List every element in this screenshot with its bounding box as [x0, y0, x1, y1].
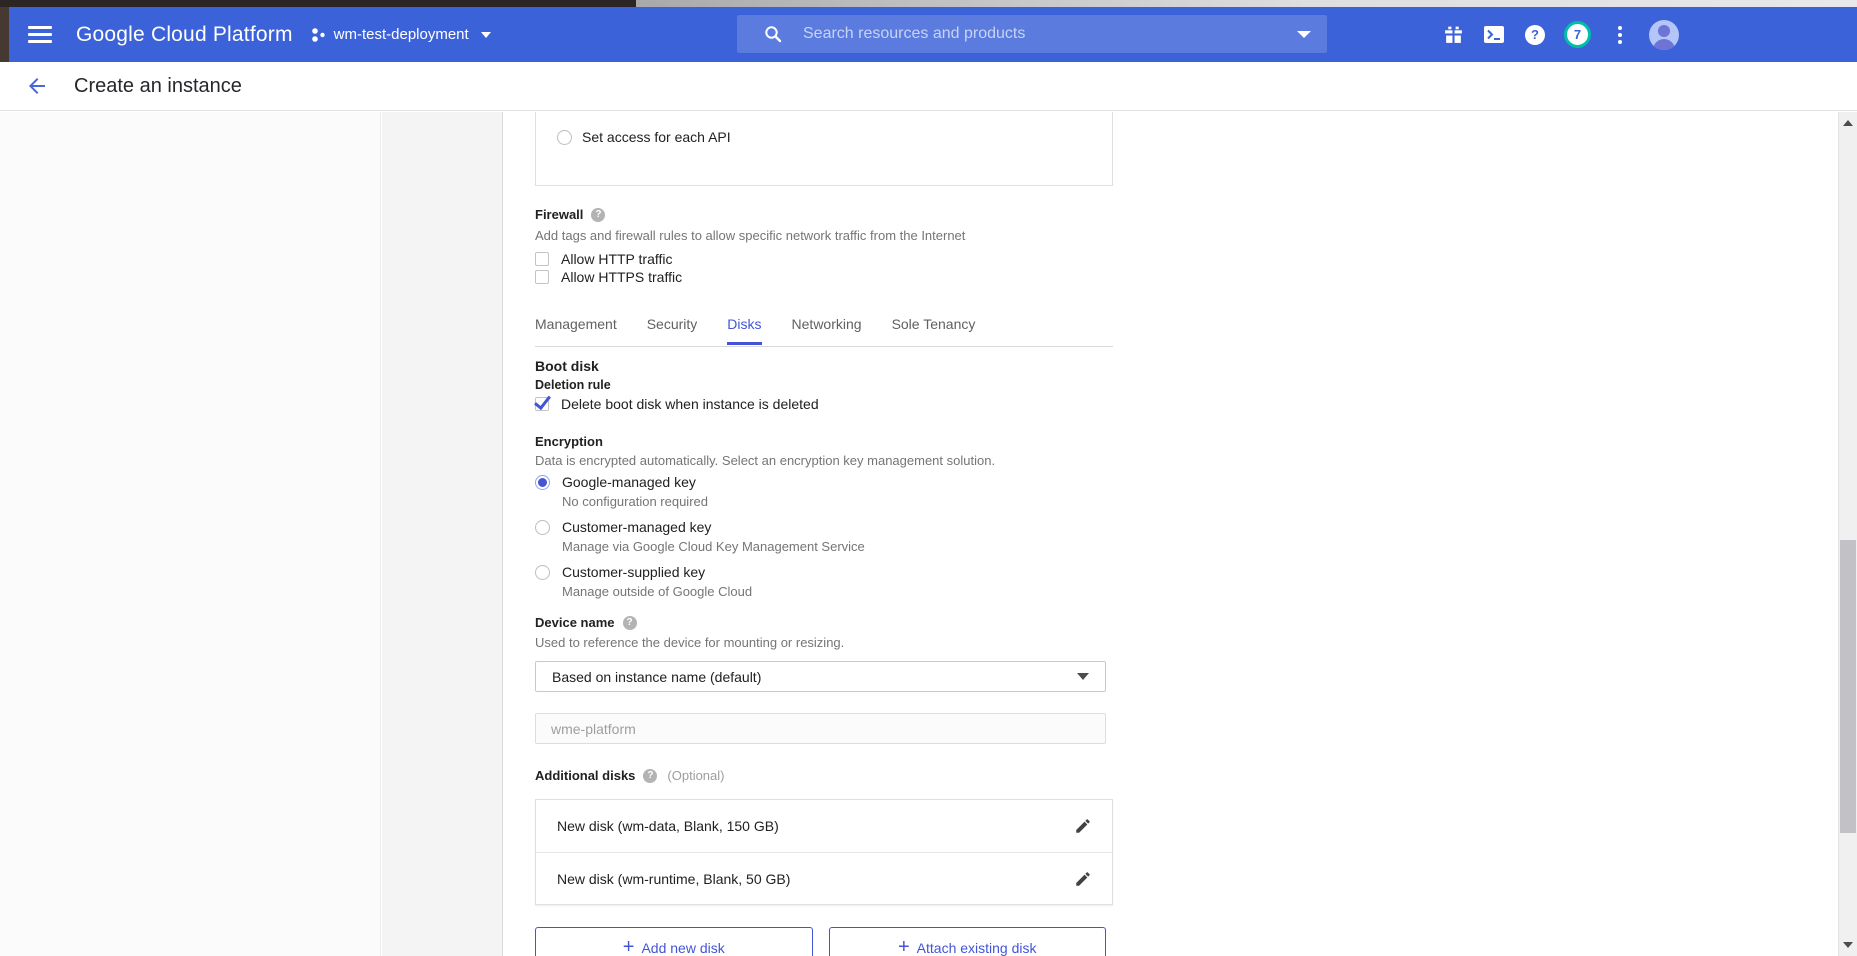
set-access-each-api-label: Set access for each API	[582, 129, 731, 145]
delete-boot-disk-checkbox-row[interactable]: Delete boot disk when instance is delete…	[535, 396, 819, 412]
select-caret-icon	[1077, 673, 1089, 680]
project-icon	[311, 26, 327, 44]
customer-managed-key-label: Customer-managed key	[562, 519, 711, 535]
device-name-description: Used to reference the device for mountin…	[535, 635, 844, 650]
disk-buttons: + Add new disk + Attach existing disk	[535, 927, 1106, 956]
customer-managed-key-description: Manage via Google Cloud Key Management S…	[562, 539, 865, 555]
scrollbar-thumb[interactable]	[1840, 540, 1856, 833]
window-frame-top-right	[636, 0, 1857, 7]
tab-security[interactable]: Security	[647, 311, 698, 342]
deletion-rule-label: Deletion rule	[535, 378, 611, 392]
left-pane	[0, 112, 381, 956]
cloud-shell-icon[interactable]	[1482, 23, 1506, 47]
edit-disk-icon[interactable]	[1072, 868, 1094, 890]
search-bar[interactable]	[737, 15, 1327, 53]
scroll-up-arrow[interactable]	[1843, 120, 1853, 126]
main-area: Set access for each API Firewall ? Add t…	[0, 112, 1857, 956]
chevron-down-icon	[481, 32, 491, 38]
service-account-card: Set access for each API	[535, 112, 1113, 186]
encryption-option: Customer-managed key Manage via Google C…	[535, 517, 865, 555]
project-switcher[interactable]: wm-test-deployment	[311, 26, 491, 44]
plus-icon: +	[898, 937, 910, 956]
disk-row-wm-data: New disk (wm-data, Blank, 150 GB)	[536, 800, 1112, 852]
tab-sole-tenancy[interactable]: Sole Tenancy	[892, 311, 976, 342]
firewall-label: Firewall ?	[535, 207, 605, 222]
encryption-option: Customer-supplied key Manage outside of …	[535, 562, 865, 600]
encryption-options: Google-managed key No configuration requ…	[535, 472, 865, 607]
customer-supplied-key-radio[interactable]	[535, 565, 550, 580]
boot-disk-label: Boot disk	[535, 358, 599, 374]
page-title: Create an instance	[74, 75, 242, 98]
gift-icon[interactable]	[1441, 23, 1465, 47]
set-access-each-api-radio[interactable]	[557, 130, 572, 145]
disk-row-label: New disk (wm-data, Blank, 150 GB)	[557, 818, 779, 834]
optional-note: (Optional)	[667, 768, 724, 783]
firewall-description: Add tags and firewall rules to allow spe…	[535, 228, 965, 243]
plus-icon: +	[623, 937, 635, 956]
search-input[interactable]	[803, 25, 1297, 43]
delete-boot-disk-checkbox[interactable]	[535, 397, 549, 411]
delete-boot-disk-label: Delete boot disk when instance is delete…	[561, 396, 819, 412]
overflow-menu-icon[interactable]	[1608, 23, 1632, 47]
project-name: wm-test-deployment	[334, 26, 469, 43]
allow-http-checkbox-row[interactable]: Allow HTTP traffic	[535, 251, 673, 267]
left-gutter	[382, 112, 503, 956]
tab-networking[interactable]: Networking	[792, 311, 862, 342]
vertical-scrollbar[interactable]	[1838, 112, 1857, 956]
device-name-help-icon[interactable]: ?	[623, 616, 637, 630]
google-managed-key-description: No configuration required	[562, 494, 865, 510]
window-frame-left	[0, 7, 9, 62]
add-new-disk-button[interactable]: + Add new disk	[535, 927, 813, 956]
search-icon	[764, 25, 782, 43]
firewall-help-icon[interactable]: ?	[591, 208, 605, 222]
back-button[interactable]	[24, 73, 50, 99]
scroll-down-arrow[interactable]	[1843, 942, 1853, 948]
customer-supplied-key-description: Manage outside of Google Cloud	[562, 584, 865, 600]
device-name-selected-value: Based on instance name (default)	[552, 669, 761, 685]
search-dropdown-icon[interactable]	[1297, 31, 1311, 38]
header-actions: ? 7	[1441, 7, 1679, 62]
device-name-select[interactable]: Based on instance name (default)	[535, 661, 1106, 692]
tab-disks[interactable]: Disks	[727, 311, 761, 345]
additional-disks-help-icon[interactable]: ?	[643, 769, 657, 783]
app-header: Google Cloud Platform wm-test-deployment	[9, 7, 1857, 62]
settings-tabs: Management Security Disks Networking Sol…	[535, 311, 1113, 347]
help-icon[interactable]: ?	[1523, 23, 1547, 47]
notifications-badge[interactable]: 7	[1564, 21, 1591, 48]
disk-row-wm-runtime: New disk (wm-runtime, Blank, 50 GB)	[536, 852, 1112, 904]
device-name-input[interactable]	[535, 713, 1106, 744]
additional-disks-list: New disk (wm-data, Blank, 150 GB) New di…	[535, 799, 1113, 905]
customer-managed-key-radio[interactable]	[535, 520, 550, 535]
allow-https-checkbox[interactable]	[535, 270, 549, 284]
disk-row-label: New disk (wm-runtime, Blank, 50 GB)	[557, 871, 790, 887]
google-managed-key-radio[interactable]	[535, 475, 550, 490]
device-name-label: Device name ?	[535, 615, 637, 630]
gcp-logo[interactable]: Google Cloud Platform	[76, 23, 293, 47]
encryption-label: Encryption	[535, 434, 603, 449]
encryption-description: Data is encrypted automatically. Select …	[535, 453, 995, 468]
page-header: Create an instance	[0, 62, 1857, 111]
allow-http-checkbox[interactable]	[535, 252, 549, 266]
attach-existing-disk-button[interactable]: + Attach existing disk	[829, 927, 1107, 956]
window-frame-top	[0, 0, 636, 7]
avatar[interactable]	[1649, 20, 1679, 50]
allow-https-label: Allow HTTPS traffic	[561, 269, 682, 285]
google-managed-key-label: Google-managed key	[562, 474, 696, 490]
edit-disk-icon[interactable]	[1072, 815, 1094, 837]
form-content: Set access for each API Firewall ? Add t…	[535, 112, 1106, 956]
allow-http-label: Allow HTTP traffic	[561, 251, 673, 267]
tab-management[interactable]: Management	[535, 311, 617, 342]
additional-disks-label: Additional disks ? (Optional)	[535, 768, 724, 783]
encryption-option: Google-managed key No configuration requ…	[535, 472, 865, 510]
allow-https-checkbox-row[interactable]: Allow HTTPS traffic	[535, 269, 682, 285]
menu-icon[interactable]	[28, 26, 52, 43]
customer-supplied-key-label: Customer-supplied key	[562, 564, 705, 580]
